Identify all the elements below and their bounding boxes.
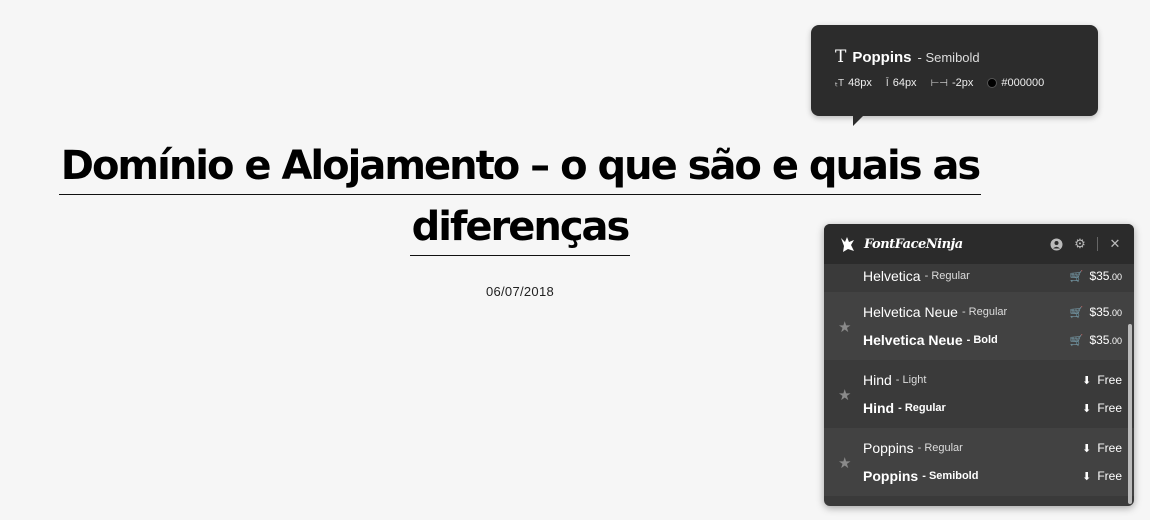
font-price: $35.00 xyxy=(1089,269,1122,283)
tooltip-color-hex: #000000 xyxy=(1001,77,1045,89)
header-divider xyxy=(1097,237,1098,251)
font-name: Helvetica Neue xyxy=(863,304,958,320)
font-list-item[interactable]: Helvetica Neue - Regular 🛒 $35.00 xyxy=(863,298,1122,326)
favorite-star-icon[interactable]: ★ xyxy=(838,454,851,472)
line-height-icon: Ī xyxy=(885,77,889,89)
font-size-icon: ₜT xyxy=(835,77,845,89)
font-style: - Light xyxy=(895,374,927,386)
typeface-icon: T xyxy=(835,47,847,67)
font-price: $35.00 xyxy=(1089,305,1122,319)
font-group: ★ Poppins - Regular ⬇ Free Poppins - Semibold ⬇… xyxy=(824,428,1134,496)
tooltip-line-height: 64px xyxy=(892,77,917,89)
font-list-item[interactable]: Hind - Regular ⬇ Free xyxy=(863,394,1122,422)
brand-name: FontFaceNinja xyxy=(864,236,963,252)
cart-icon: 🛒 xyxy=(1069,306,1084,319)
font-price-main: $35 xyxy=(1089,269,1110,283)
font-price-cents: .00 xyxy=(1109,272,1122,282)
favorite-star-icon[interactable]: ★ xyxy=(838,386,851,404)
font-price: Free xyxy=(1097,401,1122,415)
buy-button[interactable]: 🛒 $35.00 xyxy=(1070,269,1122,283)
brand: FontFaceNinja xyxy=(838,234,963,254)
font-list-item[interactable]: Poppins - Semibold ⬇ Free xyxy=(863,462,1122,490)
ninja-logo-icon xyxy=(841,237,854,252)
download-icon: ⬇ xyxy=(1082,442,1092,455)
cart-icon: 🛒 xyxy=(1069,270,1084,283)
font-price: $35.00 xyxy=(1089,333,1122,347)
font-style: - Bold xyxy=(966,334,998,346)
font-name: Helvetica Neue xyxy=(863,332,963,348)
font-name: Hind xyxy=(863,400,895,416)
fontface-ninja-panel: FontFaceNinja ⚙ ✕ Helvetica - Regular 🛒 $35… xyxy=(824,224,1134,506)
font-style: - Regular xyxy=(898,402,946,414)
cart-icon: 🛒 xyxy=(1069,334,1084,347)
article-title-line-1[interactable]: Domínio e Alojamento – o que são e quais… xyxy=(58,140,982,195)
font-name: Poppins xyxy=(863,468,919,484)
tooltip-font-size: 48px xyxy=(848,77,872,89)
font-price: Free xyxy=(1097,469,1122,483)
buy-button[interactable]: 🛒 $35.00 xyxy=(1070,333,1122,347)
tooltip-font-family: Poppins xyxy=(852,49,912,66)
download-button[interactable]: ⬇ Free xyxy=(1082,441,1122,455)
font-name: Poppins xyxy=(863,440,914,456)
font-price-main: Free xyxy=(1097,469,1122,483)
font-group: ★ Helvetica Neue - Regular 🛒 $35.00 Helvetica… xyxy=(824,292,1134,360)
font-info-tooltip: T Poppins - Semibold ₜT 48px Ī 64px ⊢⊣ -2px… xyxy=(811,25,1098,126)
download-icon: ⬇ xyxy=(1082,402,1092,415)
font-price-main: $35 xyxy=(1089,333,1110,347)
close-icon[interactable]: ✕ xyxy=(1108,236,1122,251)
download-button[interactable]: ⬇ Free xyxy=(1082,469,1122,483)
font-list-item[interactable]: Helvetica - Regular 🛒 $35.00 xyxy=(863,262,1122,290)
font-style: - Regular xyxy=(961,306,1008,318)
panel-header: FontFaceNinja ⚙ ✕ xyxy=(824,224,1134,264)
font-list-item[interactable]: Poppins - Regular ⬇ Free xyxy=(863,434,1122,462)
letter-spacing-icon: ⊢⊣ xyxy=(930,77,948,89)
tooltip-letter-spacing: -2px xyxy=(951,77,974,89)
font-group: ★ Hind - Light ⬇ Free Hind - Regular ⬇ Free xyxy=(824,360,1134,428)
settings-gear-icon[interactable]: ⚙ xyxy=(1073,236,1087,251)
panel-scrollbar[interactable] xyxy=(1128,324,1132,504)
font-price-main: Free xyxy=(1097,441,1122,455)
account-icon[interactable] xyxy=(1049,237,1063,251)
font-price: Free xyxy=(1097,441,1122,455)
tooltip-font-style: - Semibold xyxy=(917,50,980,65)
font-style: - Regular xyxy=(924,270,970,282)
font-price-cents: .00 xyxy=(1109,336,1122,346)
buy-button[interactable]: 🛒 $35.00 xyxy=(1070,305,1122,319)
font-price: Free xyxy=(1097,373,1122,387)
font-name: Helvetica xyxy=(863,268,921,284)
download-button[interactable]: ⬇ Free xyxy=(1082,373,1122,387)
article-title-line-2[interactable]: diferenças xyxy=(409,201,631,256)
font-list-item[interactable]: Helvetica Neue - Bold 🛒 $35.00 xyxy=(863,326,1122,354)
font-price-main: Free xyxy=(1097,373,1122,387)
color-swatch xyxy=(987,78,998,88)
font-group: Helvetica - Regular 🛒 $35.00 xyxy=(824,262,1134,292)
font-price-main: $35 xyxy=(1089,305,1110,319)
font-name: Hind xyxy=(863,372,892,388)
download-icon: ⬇ xyxy=(1082,374,1092,387)
font-style: - Semibold xyxy=(922,470,979,482)
font-list-item[interactable]: Hind - Light ⬇ Free xyxy=(863,366,1122,394)
font-list: Helvetica - Regular 🛒 $35.00 ★ Helvetica Neue… xyxy=(824,262,1134,496)
font-price-main: Free xyxy=(1097,401,1122,415)
font-style: - Regular xyxy=(917,442,963,454)
download-button[interactable]: ⬇ Free xyxy=(1082,401,1122,415)
font-price-cents: .00 xyxy=(1109,308,1122,318)
favorite-star-icon[interactable]: ★ xyxy=(838,318,851,336)
download-icon: ⬇ xyxy=(1082,470,1092,483)
